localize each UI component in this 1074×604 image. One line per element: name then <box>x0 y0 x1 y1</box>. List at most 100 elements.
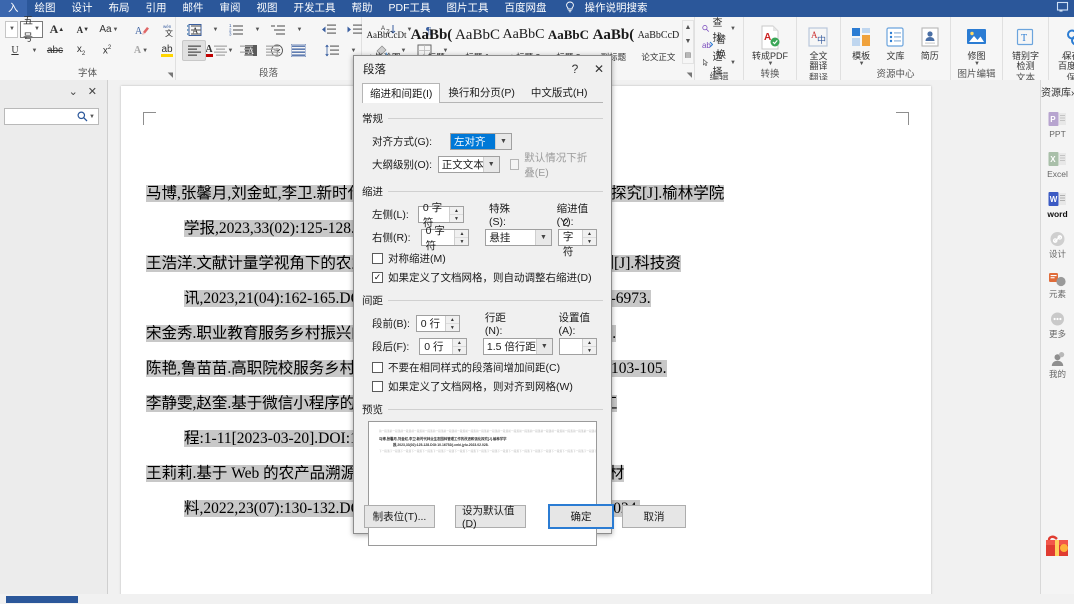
spinner-buttons[interactable]: ▲ ▼ <box>449 207 464 222</box>
photo-edit-button[interactable]: 修图 ▼ <box>952 21 1000 68</box>
multilevel-list-icon[interactable] <box>266 19 290 40</box>
align-left-icon[interactable] <box>182 40 206 61</box>
change-case-button[interactable]: Aa ▼ <box>97 19 121 40</box>
paragraph-dialog[interactable]: 段落 ? ✕ 缩进和间距(I) 换行和分页(P) 中文版式(H) 常规 对齐方式… <box>353 55 686 546</box>
gift-box-icon[interactable] <box>1043 532 1071 560</box>
strikethrough-button[interactable]: abc <box>43 40 67 61</box>
tell-me-search[interactable]: 操作说明搜索 <box>577 0 656 17</box>
justify-icon[interactable] <box>260 40 284 61</box>
menu-item-picture-tools[interactable]: 图片工具 <box>439 0 497 17</box>
menu-item-mailings[interactable]: 邮件 <box>175 0 212 17</box>
chevron-down-icon[interactable]: ▼ <box>482 157 499 172</box>
grow-font-button[interactable]: A ▲ <box>45 19 69 40</box>
spin-up-icon[interactable]: ▲ <box>446 316 459 323</box>
styles-dialog-launcher[interactable]: ◥ <box>687 71 692 79</box>
resume-button[interactable]: 简历 <box>913 21 947 62</box>
space-after-spinner[interactable]: 0 行 ▲ ▼ <box>419 338 467 355</box>
library-button[interactable]: 文库 <box>878 21 912 62</box>
multilevel-dropdown[interactable]: ▼ <box>292 19 306 40</box>
chevron-down-icon[interactable]: ▼ <box>535 339 552 354</box>
tab-line-and-page-breaks[interactable]: 换行和分页(P) <box>440 82 523 102</box>
spin-up-icon[interactable]: ▲ <box>583 339 596 346</box>
close-icon[interactable]: ✕ <box>88 85 97 98</box>
font-size-combo[interactable]: 五号 ▼ <box>19 16 43 44</box>
line-spacing-combo[interactable]: 1.5 倍行距 ▼ <box>482 338 553 355</box>
indent-left-spinner[interactable]: 0 字符 ▲ ▼ <box>417 202 465 229</box>
rail-item-mine[interactable]: 我的 <box>1041 350 1074 379</box>
auto-adjust-right-indent-checkbox[interactable]: ✓ 如果定义了文档网格，则自动调整右缩进(D) <box>372 268 597 287</box>
tab-indents-and-spacing[interactable]: 缩进和间距(I) <box>362 83 441 103</box>
alignment-combo[interactable]: 左对齐 ▼ <box>450 133 512 150</box>
rail-item-design[interactable]: 设计 <box>1041 230 1074 259</box>
align-center-icon[interactable] <box>208 40 232 61</box>
underline-button[interactable]: U <box>5 40 25 61</box>
spinner-buttons[interactable]: ▲ ▼ <box>454 230 469 245</box>
collapse-ribbon-icon[interactable]: ⌃ <box>1060 55 1068 66</box>
text-effects-button[interactable]: A ▼ <box>129 40 153 61</box>
shrink-font-button[interactable]: A ▼ <box>71 19 95 40</box>
spinner-buttons[interactable]: ▲ ▼ <box>582 339 596 354</box>
spacing-at-spinner[interactable]: ▲ ▼ <box>558 338 597 355</box>
spin-down-icon[interactable]: ▼ <box>445 323 459 331</box>
rail-item-excel[interactable]: X Excel <box>1041 150 1074 179</box>
menu-item-baidu-netdisk[interactable]: 百度网盘 <box>497 0 555 17</box>
styles-scroll-up[interactable]: ▲ <box>683 21 693 35</box>
spin-down-icon[interactable]: ▼ <box>583 346 596 354</box>
chevron-down-icon[interactable]: ▼ <box>534 230 551 245</box>
numbered-list-icon[interactable]: 123 <box>224 19 248 40</box>
chevron-down-icon[interactable]: ▼ <box>89 114 95 120</box>
bullet-list-icon[interactable] <box>182 19 206 40</box>
rail-item-elements[interactable]: 元素 <box>1041 270 1074 299</box>
outline-level-combo[interactable]: 正文文本 ▼ <box>437 156 500 173</box>
menu-item-references[interactable]: 引用 <box>138 0 175 17</box>
spin-down-icon[interactable]: ▼ <box>452 346 466 354</box>
underline-dropdown[interactable]: ▼ <box>27 40 41 61</box>
menu-item-design[interactable]: 设计 <box>64 0 101 17</box>
tab-asian-typography[interactable]: 中文版式(H) <box>523 82 596 102</box>
clear-formatting-icon[interactable]: A <box>131 19 155 40</box>
spinner-buttons[interactable]: ▲ ▼ <box>451 339 466 354</box>
spin-down-icon[interactable]: ▼ <box>450 214 464 222</box>
cancel-button[interactable]: 取消 <box>622 504 686 528</box>
styles-scrollbar[interactable]: ▲ ▼ ▤ <box>681 20 694 64</box>
font-name-combo[interactable]: ▼ <box>5 21 18 38</box>
template-button[interactable]: 模板 ▼ <box>844 21 878 68</box>
snap-to-grid-checkbox[interactable]: ✓ 如果定义了文档网格，则对齐到网格(W) <box>372 377 597 396</box>
style-item-6[interactable]: AaBbCcD 论文正文 <box>636 18 681 64</box>
rail-item-word[interactable]: W word <box>1041 190 1074 219</box>
menu-item-review[interactable]: 审阅 <box>212 0 249 17</box>
typo-check-button[interactable]: T 错别字 检测 <box>1001 21 1049 72</box>
font-dialog-launcher[interactable]: ◥ <box>168 71 173 79</box>
spinner-buttons[interactable]: ▲ ▼ <box>582 230 597 245</box>
select-button[interactable]: 选择 ▼ <box>698 52 740 78</box>
chevron-down-icon[interactable]: ▼ <box>495 134 511 149</box>
spin-up-icon[interactable]: ▲ <box>450 207 463 214</box>
indent-special-combo[interactable]: 悬挂 ▼ <box>485 229 552 246</box>
spin-up-icon[interactable]: ▲ <box>453 339 466 346</box>
rail-item-more[interactable]: 更多 <box>1041 310 1074 339</box>
spin-down-icon[interactable]: ▼ <box>583 237 597 245</box>
styles-more[interactable]: ▤ <box>683 49 693 63</box>
bullet-dropdown[interactable]: ▼ <box>208 19 222 40</box>
distribute-icon[interactable] <box>286 40 310 61</box>
restore-window-icon[interactable] <box>1052 1 1074 16</box>
indent-right-spinner[interactable]: 0 字符 ▲ ▼ <box>420 225 470 252</box>
chevron-down-icon[interactable]: ⌄ <box>69 85 78 98</box>
menu-item-developer[interactable]: 开发工具 <box>286 0 344 17</box>
spin-up-icon[interactable]: ▲ <box>583 230 596 237</box>
translate-document-button[interactable]: A中 全文 翻译 <box>794 21 842 72</box>
numbering-dropdown[interactable]: ▼ <box>250 19 264 40</box>
spinner-buttons[interactable]: ▲ ▼ <box>444 316 459 331</box>
subscript-button[interactable]: x2 <box>69 40 93 61</box>
menu-item-view[interactable]: 视图 <box>249 0 286 17</box>
decrease-indent-icon[interactable] <box>316 19 340 40</box>
menu-item-help[interactable]: 帮助 <box>344 0 381 17</box>
set-as-default-button[interactable]: 设为默认值(D) <box>455 504 526 530</box>
tab-stops-button[interactable]: 制表位(T)... <box>364 504 435 528</box>
indent-by-spinner[interactable]: 2 字符 ▲ ▼ <box>557 217 598 258</box>
line-spacing-icon[interactable] <box>320 40 344 61</box>
styles-scroll-down[interactable]: ▼ <box>683 35 693 49</box>
space-before-spinner[interactable]: 0 行 ▲ ▼ <box>415 315 460 332</box>
navigation-search-input[interactable]: ▼ <box>4 108 99 125</box>
rail-item-ppt[interactable]: P PPT <box>1041 110 1074 139</box>
